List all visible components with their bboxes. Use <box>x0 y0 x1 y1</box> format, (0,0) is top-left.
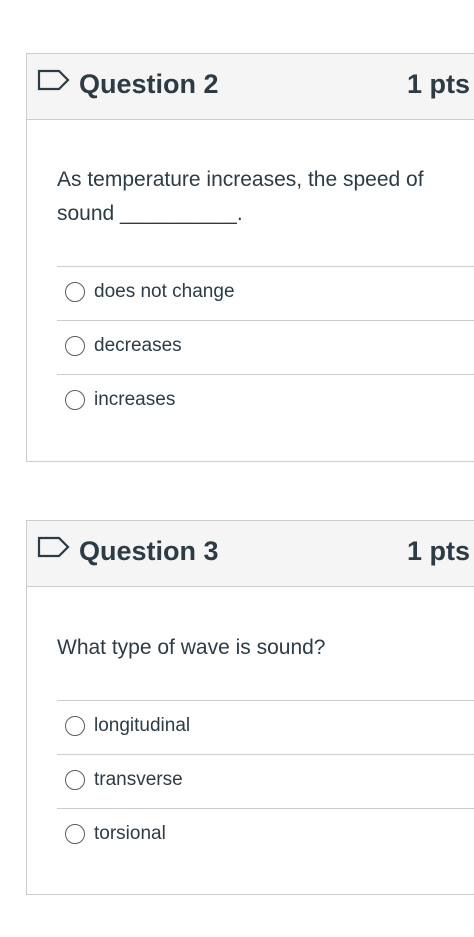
radio-icon[interactable] <box>65 390 85 410</box>
radio-icon[interactable] <box>65 770 85 790</box>
answer-label: increases <box>94 389 176 410</box>
answer-option[interactable]: does not change <box>57 266 474 320</box>
answer-list: does not change decreases increases <box>57 266 474 428</box>
answer-option[interactable]: decreases <box>57 320 474 374</box>
answer-list: longitudinal transverse torsional <box>57 700 474 862</box>
question-title: Question 2 <box>79 69 219 99</box>
radio-icon[interactable] <box>65 282 85 302</box>
question-title: Question 3 <box>79 536 219 566</box>
answer-label: longitudinal <box>94 715 191 736</box>
question-header: Question 3 1 pts <box>27 521 474 587</box>
radio-icon[interactable] <box>65 336 85 356</box>
radio-icon[interactable] <box>65 716 85 736</box>
answer-label: does not change <box>94 281 235 302</box>
flag-icon[interactable] <box>37 69 71 91</box>
answer-label: decreases <box>94 335 182 356</box>
question-text: As temperature increases, the speed of s… <box>57 168 424 225</box>
question-text: What type of wave is sound? <box>57 636 326 659</box>
question-2-card: Question 2 1 pts As temperature increase… <box>26 53 474 462</box>
answer-option[interactable]: torsional <box>57 808 474 862</box>
question-points: 1 pts <box>406 536 470 566</box>
answer-label: torsional <box>94 823 166 844</box>
radio-icon[interactable] <box>65 824 85 844</box>
question-header: Question 2 1 pts <box>27 54 474 120</box>
answer-label: transverse <box>94 769 183 790</box>
answer-option[interactable]: longitudinal <box>57 700 474 754</box>
flag-icon[interactable] <box>37 536 71 558</box>
question-points: 1 pts <box>406 69 470 99</box>
answer-option[interactable]: transverse <box>57 754 474 808</box>
answer-option[interactable]: increases <box>57 374 474 428</box>
question-3-card: Question 3 1 pts What type of wave is so… <box>26 520 474 895</box>
